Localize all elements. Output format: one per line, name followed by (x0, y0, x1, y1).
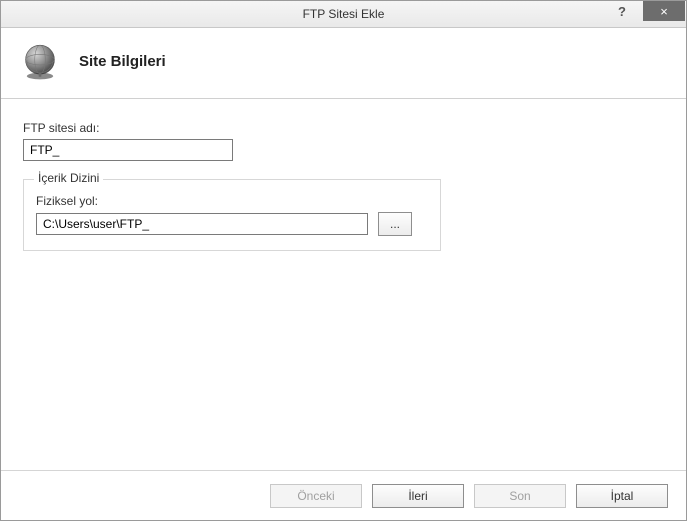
content-area: FTP sitesi adı: İçerik Dizini Fiziksel y… (1, 99, 686, 261)
ellipsis-icon: ... (390, 217, 400, 231)
close-button[interactable]: × (643, 1, 685, 21)
help-icon: ? (618, 4, 626, 19)
titlebar: FTP Sitesi Ekle ? × (1, 1, 686, 28)
physical-path-row: ... (36, 212, 428, 236)
dialog-body: Site Bilgileri FTP sitesi adı: İçerik Di… (1, 28, 686, 520)
window-title: FTP Sitesi Ekle (303, 7, 385, 21)
wizard-header: Site Bilgileri (1, 28, 686, 99)
globe-icon (19, 40, 61, 82)
wizard-footer: Önceki İleri Son İptal (1, 470, 686, 520)
browse-button[interactable]: ... (378, 212, 412, 236)
physical-path-label: Fiziksel yol: (36, 194, 428, 208)
content-directory-group: İçerik Dizini Fiziksel yol: ... (23, 179, 441, 251)
close-icon: × (660, 4, 668, 19)
finish-button: Son (474, 484, 566, 508)
cancel-button[interactable]: İptal (576, 484, 668, 508)
site-name-label: FTP sitesi adı: (23, 121, 664, 135)
help-button[interactable]: ? (601, 1, 643, 21)
titlebar-buttons: ? × (601, 1, 686, 27)
page-title: Site Bilgileri (79, 53, 166, 70)
content-directory-legend: İçerik Dizini (34, 171, 103, 185)
site-name-input[interactable] (23, 139, 233, 161)
previous-button: Önceki (270, 484, 362, 508)
next-button[interactable]: İleri (372, 484, 464, 508)
physical-path-input[interactable] (36, 213, 368, 235)
